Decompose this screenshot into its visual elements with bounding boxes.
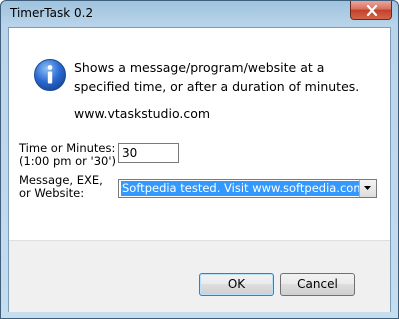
time-label: Time or Minutes: (1:00 pm or '30') (19, 141, 116, 168)
ok-button[interactable]: OK (199, 273, 274, 296)
message-combobox[interactable]: Softpedia tested. Visit www.softpedia.co… (118, 179, 377, 198)
info-icon (34, 59, 66, 91)
dialog-window: TimerTask 0.2 Shows a message/program/we… (0, 0, 399, 319)
title-bar[interactable]: TimerTask 0.2 (1, 1, 398, 27)
cancel-button[interactable]: Cancel (280, 273, 355, 296)
message-value[interactable]: Softpedia tested. Visit www.softpedia.co… (121, 181, 366, 196)
time-input[interactable] (118, 143, 179, 163)
website-text: www.vtaskstudio.com (74, 106, 211, 121)
close-button[interactable] (350, 1, 392, 20)
dialog-content: Shows a message/program/website at a spe… (8, 27, 391, 312)
window-title: TimerTask 0.2 (10, 6, 94, 20)
message-label: Message, EXE, or Website: (19, 173, 103, 200)
chevron-down-icon (364, 186, 371, 190)
close-icon (366, 5, 378, 16)
dropdown-button[interactable] (359, 180, 376, 197)
description-text: Shows a message/program/website at a spe… (74, 60, 360, 94)
